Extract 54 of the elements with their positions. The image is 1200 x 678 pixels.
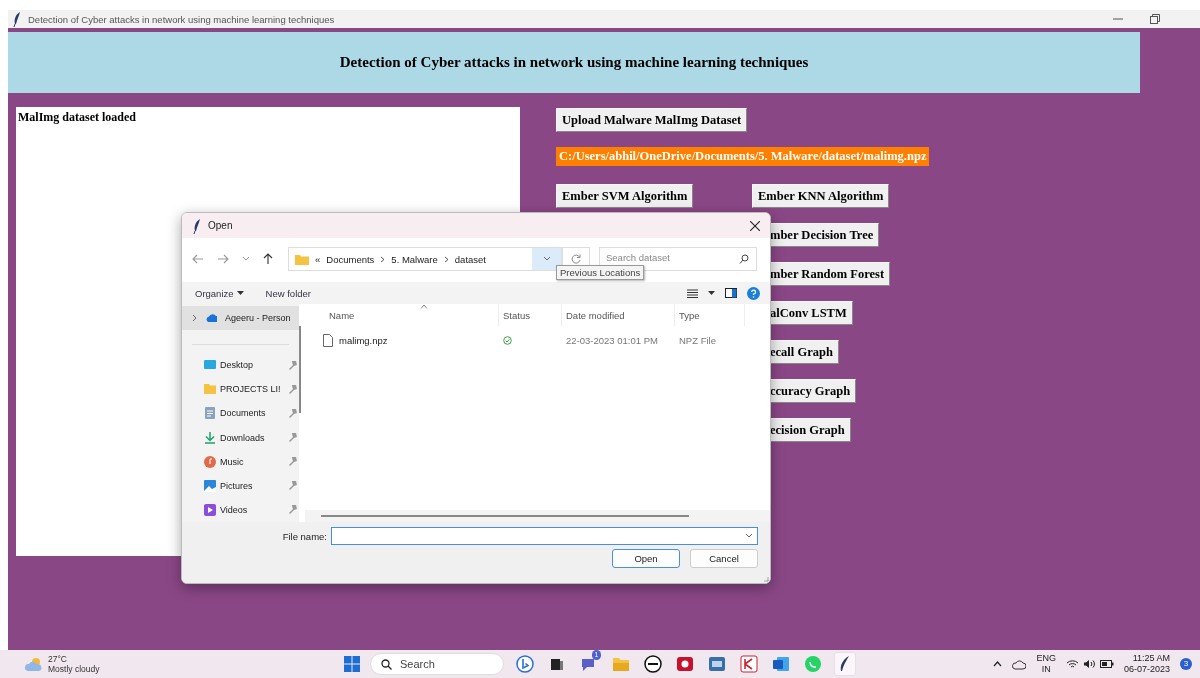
field-label: File name:: [282, 530, 327, 542]
nav-pane-label: Desktop: [220, 360, 255, 371]
taskbar-search[interactable]: Search: [370, 653, 504, 675]
organize-menu[interactable]: Organize: [195, 287, 244, 299]
app-header: Detection of Cyber attacks in network using machine learning techniques: [8, 32, 1140, 93]
algorithm-button[interactable]: ecall Graph: [769, 340, 839, 364]
file-name[interactable]: malimg.npz: [339, 334, 388, 346]
column-header[interactable]: Date modified: [562, 304, 675, 326]
breadcrumb[interactable]: dataset: [454, 253, 486, 265]
algorithm-button[interactable]: Ember KNN Algorithm: [752, 184, 890, 208]
algorithm-button[interactable]: mber Decision Tree: [769, 223, 880, 247]
dialog-title: Open: [208, 220, 234, 231]
nav-pane-label: Ageeru - Person: [225, 313, 292, 324]
upload-button[interactable]: Upload Malware MalImg Dataset: [556, 108, 748, 132]
tooltip: Previous Locations: [556, 265, 645, 280]
nav-pane-label: PROJECTS LI!: [220, 384, 282, 395]
language-indicator[interactable]: ENG IN: [1036, 653, 1056, 675]
algorithm-button[interactable]: ecision Graph: [769, 418, 851, 442]
algorithm-button[interactable]: mber Random Forest: [769, 262, 891, 286]
column-header[interactable]: Status: [499, 304, 562, 326]
breadcrumb[interactable]: 5. Malware: [391, 253, 438, 265]
temperature: 27°C: [48, 654, 68, 664]
clock[interactable]: 11:25 AM 06-07-2023: [1123, 653, 1170, 675]
new-folder-button[interactable]: New folder: [265, 287, 311, 299]
log-text: MalImg dataset loaded: [17, 109, 137, 126]
nav-pane-item[interactable]: Pictures: [182, 473, 299, 498]
algorithm-button[interactable]: Ember SVM Algorithm: [556, 184, 694, 208]
nav-pane-label: Documents: [220, 408, 267, 419]
algorithm-button[interactable]: ccuracy Graph: [769, 379, 857, 403]
weather-condition: Mostly cloudy: [48, 664, 100, 674]
column-header[interactable]: Name: [305, 304, 499, 326]
cancel-button[interactable]: Cancel: [690, 549, 758, 568]
nav-pane-item[interactable]: Videos: [182, 497, 299, 522]
column-header[interactable]: Type: [675, 304, 745, 326]
nav-pane-label: Downloads: [220, 432, 266, 443]
address-bar[interactable]: « Documents 5. Malware dataset: [288, 247, 562, 271]
window-title: Detection of Cyber attacks in network using machine learning techniques: [28, 13, 336, 25]
nav-pane-label: Videos: [220, 504, 249, 515]
file-date: 22-03-2023 01:01 PM: [565, 334, 659, 346]
nav-pane-item[interactable]: Documents: [182, 401, 299, 426]
nav-pane-label: Pictures: [220, 480, 254, 491]
open-button[interactable]: Open: [612, 549, 680, 568]
breadcrumb[interactable]: Documents: [326, 253, 375, 265]
nav-pane-item[interactable]: PROJECTS LI!: [182, 377, 299, 402]
address-overflow[interactable]: «: [315, 253, 321, 265]
algorithm-button[interactable]: alConv LSTM: [769, 301, 853, 325]
nav-pane-item[interactable]: Ageeru - Person: [182, 306, 299, 331]
nav-pane-item[interactable]: Desktop: [182, 353, 299, 378]
file-type: NPZ File: [678, 334, 717, 346]
file-path-label: C:/Users/abhil/OneDrive/Documents/5. Malware/dataset/malimg.npz: [556, 147, 930, 166]
notification-count[interactable]: 3: [1180, 658, 1192, 670]
nav-pane-item[interactable]: Downloads: [182, 425, 299, 450]
nav-pane-item[interactable]: Music: [182, 449, 299, 474]
nav-pane-label: Music: [220, 456, 245, 467]
